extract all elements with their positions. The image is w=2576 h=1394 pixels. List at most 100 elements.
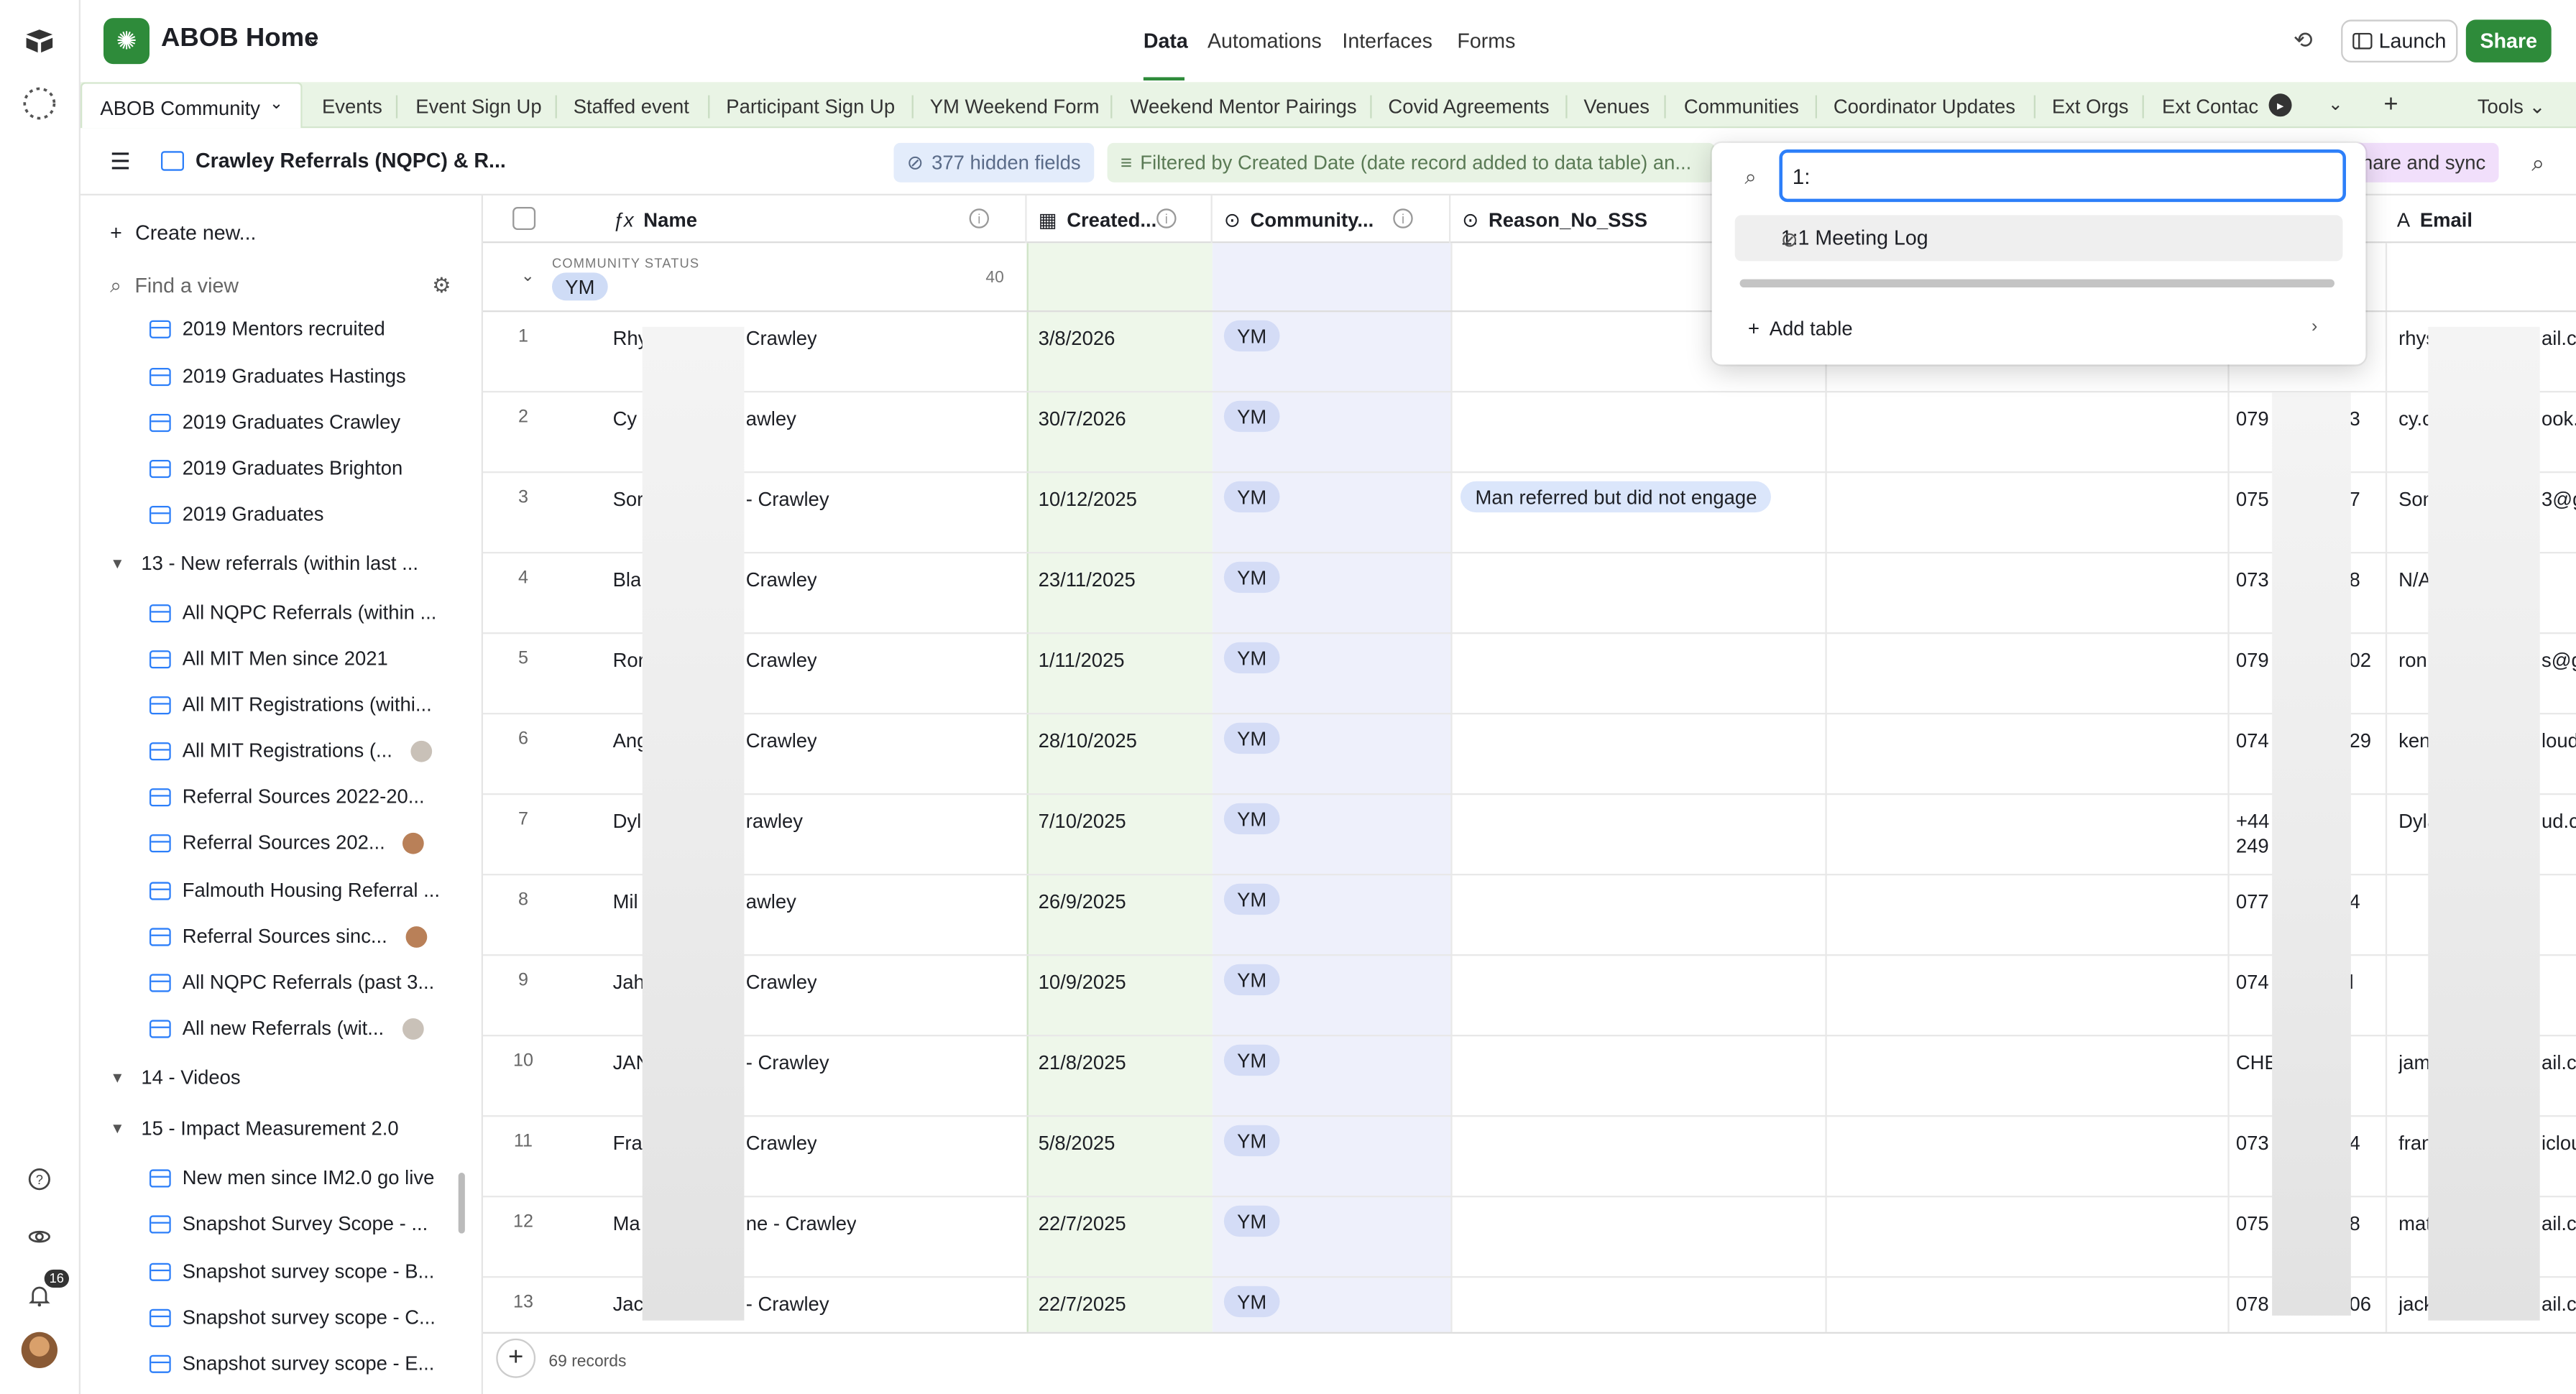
sidebar-view-item[interactable]: Snapshot survey scope - B... [149, 1248, 434, 1294]
table-row[interactable]: 12 Ma ne - Crawley 22/7/2025 075 8 mat ail.c YM [482, 1197, 2576, 1278]
hidden-fields-button[interactable]: ⊘ 377 hidden fields [893, 142, 1094, 183]
universe-icon[interactable] [19, 1217, 59, 1257]
eye-slash-icon[interactable]: ⊘ [1781, 226, 2327, 251]
create-new-button[interactable]: + Create new... [110, 222, 256, 245]
tab-staffed-event[interactable]: Staffed event [574, 96, 689, 119]
add-table-button[interactable]: + Add table [1748, 317, 1853, 340]
sidebar-view-item[interactable]: All MIT Men since 2021 [149, 636, 388, 682]
tab-ym-weekend-form[interactable]: YM Weekend Form [930, 96, 1100, 119]
sidebar-view-item[interactable]: 2019 Graduates Hastings [149, 353, 406, 399]
tab-weekend-mentor-pairings[interactable]: Weekend Mentor Pairings [1131, 96, 1357, 119]
info-icon[interactable]: i [1156, 208, 1177, 229]
community-status-pill: YM [1223, 964, 1280, 996]
base-logo-icon[interactable]: ✺ [103, 18, 150, 65]
sidebar-view-item[interactable]: All new Referrals (wit... [149, 1005, 424, 1051]
tab-covid-agreements[interactable]: Covid Agreements [1388, 96, 1549, 119]
sidebar-view-item[interactable]: Snapshot survey scope - E... [149, 1340, 434, 1386]
sidebar-view-item[interactable]: Referral Sources 2022-20... [149, 774, 425, 820]
share-button[interactable]: Share [2465, 19, 2552, 63]
find-view-input[interactable]: ⌕ Find a view [110, 274, 239, 299]
table-row[interactable]: 10 JAN - Crawley 21/8/2025 CHE jama ail.c YM [482, 1036, 2576, 1117]
sidebar-view-item[interactable]: Referral Sources 202... [149, 820, 425, 866]
sidebar-section-13[interactable]: ▼ 13 - New referrals (within last ... [110, 540, 418, 586]
view-label: 2019 Graduates Crawley [182, 410, 401, 434]
add-record-button[interactable]: + [496, 1338, 536, 1378]
sidebar-view-item[interactable]: 2019 Graduates Crawley [149, 399, 401, 445]
all-tables-chevron-icon[interactable]: ⌄ [2328, 93, 2343, 115]
column-header-created[interactable]: ▦ Created... [1027, 195, 1213, 244]
chevron-down-icon: ▼ [110, 1120, 125, 1137]
share-and-sync-button[interactable]: hare and sync [2350, 142, 2499, 183]
popover-scrollbar[interactable] [1739, 279, 2334, 287]
nav-tab-interfaces[interactable]: Interfaces [1342, 29, 1432, 52]
column-header-name[interactable]: ƒx Name [602, 195, 1027, 244]
search-icon[interactable]: ⌕ [2531, 149, 2544, 177]
column-header-community[interactable]: ⊙ Community... [1213, 195, 1451, 244]
table-row[interactable]: 11FraCrawley5/8/20250734franiclouYM [482, 1117, 2576, 1198]
table-row[interactable]: 3Sor- Crawley10/12/20250757Son3@gYMMan r… [482, 473, 2576, 554]
sidebar-section-15[interactable]: ▼ 15 - Impact Measurement 2.0 [110, 1105, 399, 1151]
chevron-down-icon[interactable]: ⌄ [521, 268, 535, 286]
table-row[interactable]: 7 Dyl rawley 7/10/2025 +44 Dyla ud.c 249 YM [482, 795, 2576, 876]
tab-participant-sign-up[interactable]: Participant Sign Up [726, 96, 895, 119]
tab-events[interactable]: Events [322, 96, 382, 119]
sidebar-view-item[interactable]: New men since IM2.0 go live [149, 1155, 434, 1201]
tab-divider [555, 95, 557, 119]
sidebar-section-14[interactable]: ▼ 14 - Videos [110, 1054, 241, 1100]
sidebar-view-item[interactable]: All NQPC Referrals (within ... [149, 590, 436, 636]
sidebar-view-item[interactable]: Snapshot Survey Scope - ... [149, 1201, 428, 1247]
table-row[interactable]: 5RorCrawley1/11/202507902ronrs@gYM [482, 634, 2576, 715]
view-name[interactable]: Crawley Referrals (NQPC) & R... [196, 149, 506, 172]
scroll-tabs-icon[interactable]: ▸ [2268, 93, 2292, 117]
sidebar-view-item[interactable]: Falmouth Housing Referral ... [149, 867, 440, 913]
airtable-logo-icon[interactable] [19, 22, 59, 61]
chevron-down-icon[interactable]: ⌄ [305, 28, 321, 49]
user-avatar[interactable] [21, 1331, 58, 1368]
sidebar-view-item[interactable]: 2019 Graduates [149, 491, 324, 537]
workspace-icon[interactable] [19, 84, 59, 124]
sidebar-view-item[interactable]: All MIT Registrations (... [149, 728, 432, 774]
nav-tab-forms[interactable]: Forms [1457, 29, 1515, 52]
tab-venues[interactable]: Venues [1583, 96, 1650, 119]
info-icon[interactable]: i [1393, 208, 1413, 229]
user-avatar [410, 739, 432, 762]
find-table-input[interactable] [1779, 149, 2346, 203]
history-icon[interactable]: ⟲ [2294, 27, 2313, 55]
add-table-plus-icon[interactable]: + [2384, 91, 2398, 119]
chevron-right-icon[interactable]: › [2312, 317, 2317, 336]
filter-button[interactable]: ≡ Filtered by Created Date (date record … [1107, 142, 1716, 183]
sidebar-view-item[interactable]: All MIT Registrations (withi... [149, 682, 432, 728]
table-row[interactable]: 2 Cy awley 30/7/2026 079 3 cy.c ook.c YM [482, 392, 2576, 474]
view-label: All new Referrals (wit... [182, 1016, 385, 1040]
hamburger-icon[interactable]: ☰ [110, 148, 131, 176]
table-row[interactable]: 4 Bla Crawley 23/11/2025 073 8 N/A YM [482, 553, 2576, 634]
table-option[interactable]: 1:1 Meeting Log ⊘ [1734, 215, 2343, 262]
tab-event-sign-up[interactable]: Event Sign Up [415, 96, 541, 119]
select-all-checkbox[interactable] [512, 206, 536, 230]
table-row[interactable]: 8 Mil awley 26/9/2025 077 4 YM [482, 875, 2576, 956]
tools-menu[interactable]: Tools ⌄ [2478, 96, 2546, 119]
table-row[interactable]: 6 Ang Crawley 28/10/2025 074 29 keni loud YM [482, 714, 2576, 795]
sidebar-scrollbar[interactable] [458, 1172, 465, 1234]
info-icon[interactable]: i [969, 208, 989, 229]
base-name[interactable]: ABOB Home [161, 24, 318, 54]
tab-coordinator-updates[interactable]: Coordinator Updates [1834, 96, 2015, 119]
table-row[interactable]: 9 Jah Crawley 10/9/2025 074 l YM [482, 956, 2576, 1037]
tab-ext-contacts[interactable]: Ext Contac [2162, 96, 2260, 119]
tab-abob-community[interactable]: ABOB Community ⌄ [80, 82, 303, 129]
chevron-down-icon[interactable]: ⌄ [270, 96, 283, 114]
sidebar-view-item[interactable]: Snapshot survey scope - C... [149, 1294, 436, 1340]
sidebar-view-item[interactable]: 2019 Mentors recruited [149, 305, 385, 351]
sidebar-view-item[interactable]: 2019 Graduates Brighton [149, 445, 402, 491]
help-icon[interactable]: ? [19, 1160, 59, 1199]
nav-tab-automations[interactable]: Automations [1208, 29, 1322, 52]
tab-communities[interactable]: Communities [1684, 96, 1799, 119]
sidebar-view-item[interactable]: All NQPC Referrals (past 3... [149, 959, 434, 1005]
gear-icon[interactable]: ⚙ [432, 272, 451, 299]
tab-ext-orgs[interactable]: Ext Orgs [2052, 96, 2129, 119]
launch-button[interactable]: Launch [2341, 19, 2458, 63]
column-header-email[interactable]: A Email [2386, 195, 2576, 243]
view-label: 2019 Graduates [182, 502, 324, 526]
sidebar-view-item[interactable]: Referral Sources sinc... [149, 913, 427, 959]
nav-tab-data[interactable]: Data [1144, 29, 1188, 52]
